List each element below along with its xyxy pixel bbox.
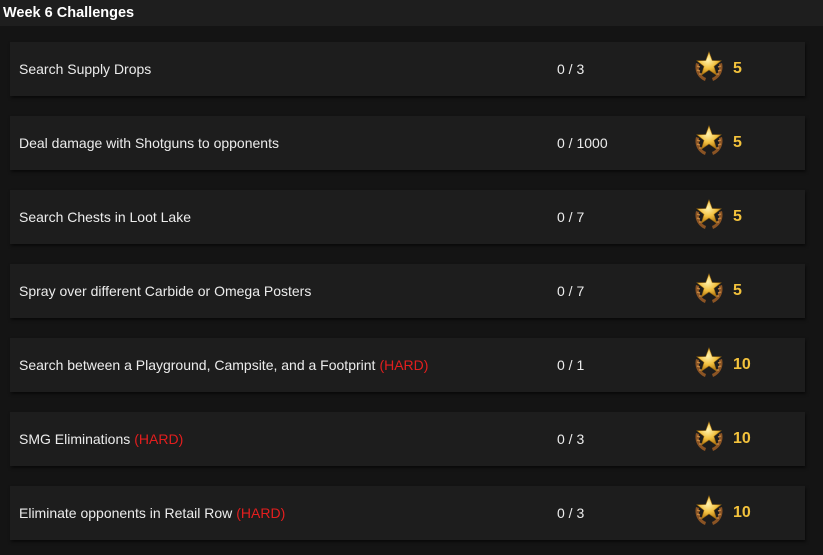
star-reward-count: 5	[733, 60, 742, 77]
challenge-progress: 0 / 3	[557, 61, 585, 77]
challenge-row[interactable]: SMG Eliminations (HARD) 0 / 3 10	[10, 412, 805, 466]
challenge-name: Spray over different Carbide or Omega Po…	[19, 283, 312, 299]
hard-badge: (HARD)	[134, 431, 184, 447]
hard-badge: (HARD)	[379, 357, 429, 373]
page-title: Week 6 Challenges	[3, 5, 135, 21]
challenge-name-cell: Search between a Playground, Campsite, a…	[19, 338, 428, 392]
challenge-progress: 0 / 1	[557, 357, 585, 373]
star-reward-count: 5	[733, 208, 742, 225]
challenge-row[interactable]: Search Supply Drops 0 / 3 5	[10, 42, 805, 96]
hard-badge: (HARD)	[236, 505, 286, 521]
challenge-name-cell: Eliminate opponents in Retail Row (HARD)	[19, 486, 285, 540]
battle-star-icon	[691, 123, 727, 164]
challenge-progress: 0 / 7	[557, 283, 585, 299]
page-header: Week 6 Challenges	[0, 0, 823, 26]
challenge-list: Search Supply Drops 0 / 3 5 Deal damage …	[0, 26, 823, 540]
challenge-progress: 0 / 3	[557, 431, 585, 447]
challenge-reward: 10	[691, 486, 751, 540]
challenge-name-cell: SMG Eliminations (HARD)	[19, 412, 183, 466]
challenge-name: SMG Eliminations	[19, 431, 131, 447]
challenge-name-cell: Deal damage with Shotguns to opponents	[19, 116, 283, 170]
challenge-name: Search between a Playground, Campsite, a…	[19, 357, 376, 373]
challenge-name: Search Supply Drops	[19, 61, 152, 77]
challenge-progress: 0 / 3	[557, 505, 585, 521]
star-reward-count: 5	[733, 134, 742, 151]
battle-star-icon	[691, 419, 727, 460]
challenge-reward: 5	[691, 42, 742, 96]
challenge-row[interactable]: Spray over different Carbide or Omega Po…	[10, 264, 805, 318]
battle-star-icon	[691, 345, 727, 386]
challenge-reward: 5	[691, 264, 742, 318]
challenge-reward: 5	[691, 116, 742, 170]
challenge-row[interactable]: Search Chests in Loot Lake 0 / 7 5	[10, 190, 805, 244]
battle-star-icon	[691, 197, 727, 238]
challenge-name-cell: Search Chests in Loot Lake	[19, 190, 195, 244]
challenge-name-cell: Spray over different Carbide or Omega Po…	[19, 264, 315, 318]
star-reward-count: 10	[733, 430, 751, 447]
star-reward-count: 10	[733, 356, 751, 373]
challenge-reward: 10	[691, 338, 751, 392]
challenge-row[interactable]: Eliminate opponents in Retail Row (HARD) …	[10, 486, 805, 540]
challenge-reward: 5	[691, 190, 742, 244]
battle-star-icon	[691, 49, 727, 90]
challenge-progress: 0 / 1000	[557, 135, 608, 151]
battle-star-icon	[691, 271, 727, 312]
challenge-reward: 10	[691, 412, 751, 466]
challenge-row[interactable]: Search between a Playground, Campsite, a…	[10, 338, 805, 392]
star-reward-count: 10	[733, 504, 751, 521]
star-reward-count: 5	[733, 282, 742, 299]
challenge-name: Deal damage with Shotguns to opponents	[19, 135, 279, 151]
challenge-row[interactable]: Deal damage with Shotguns to opponents 0…	[10, 116, 805, 170]
challenge-name-cell: Search Supply Drops	[19, 42, 155, 96]
challenge-name: Search Chests in Loot Lake	[19, 209, 191, 225]
challenge-progress: 0 / 7	[557, 209, 585, 225]
challenge-name: Eliminate opponents in Retail Row	[19, 505, 233, 521]
battle-star-icon	[691, 493, 727, 534]
